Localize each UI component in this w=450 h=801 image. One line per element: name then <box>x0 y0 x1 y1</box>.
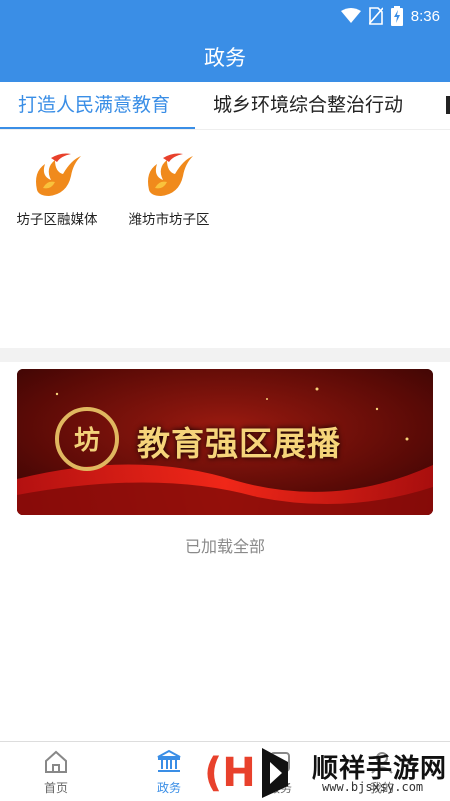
watermark-url: www.bjsxsy.com <box>322 780 424 794</box>
tab-education[interactable]: 打造人民满意教育 <box>18 82 170 129</box>
active-tab-indicator <box>0 127 195 129</box>
org-grid: 坊子区融媒体 潍坊市坊子区 <box>0 130 450 348</box>
category-tabs: 打造人民满意教育 城乡环境综合整治行动 <box>0 82 450 130</box>
watermark-logo-icon: (H <box>204 748 288 798</box>
flame-logo-icon <box>148 153 193 196</box>
org-item-district[interactable]: 潍坊市坊子区 <box>114 150 224 228</box>
org-label: 潍坊市坊子区 <box>128 212 210 228</box>
section-divider <box>0 348 450 362</box>
org-item-media[interactable]: 坊子区融媒体 <box>2 150 112 228</box>
status-time: 8:36 <box>410 7 440 25</box>
svg-text:坊: 坊 <box>74 425 100 456</box>
home-icon <box>45 750 67 773</box>
battery-charging-icon <box>390 6 403 26</box>
government-icon <box>157 749 181 772</box>
org-label: 坊子区融媒体 <box>16 212 98 228</box>
banner-title: 教育强区展播 <box>137 424 341 463</box>
tab-overflow-partial[interactable] <box>446 96 450 114</box>
status-icons: 8:36 <box>340 6 440 26</box>
flame-logo-icon <box>36 153 81 196</box>
site-watermark: (H 顺祥手游网 www.bjsxsy.com <box>200 740 450 800</box>
education-banner[interactable]: 坊 教育强区展播 <box>17 369 433 515</box>
wifi-icon <box>340 8 361 23</box>
svg-text:(H: (H <box>204 750 256 796</box>
page-title: 政务 <box>204 46 246 70</box>
status-bar: 8:36 <box>0 0 450 32</box>
load-status: 已加载全部 <box>184 537 265 556</box>
app-bar: 政务 <box>0 32 450 82</box>
tab-environment[interactable]: 城乡环境综合整治行动 <box>213 82 403 129</box>
no-sim-icon <box>368 7 383 25</box>
nav-home-label: 首页 <box>43 781 68 795</box>
nav-home[interactable]: 首页 <box>11 748 101 796</box>
